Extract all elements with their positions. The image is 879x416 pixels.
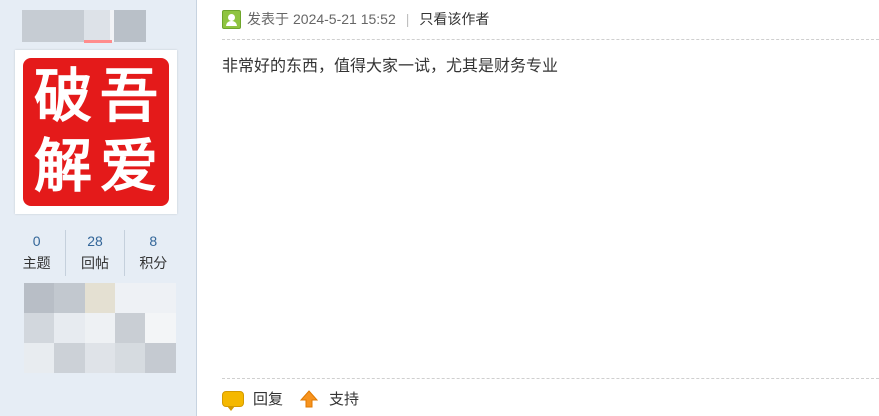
reply-label: 回复 (253, 391, 284, 408)
avatar[interactable]: 破 吾 解 爱 (15, 50, 177, 214)
stat-points[interactable]: 8 积分 (125, 230, 182, 276)
posted-prefix: 发表于 (247, 11, 289, 27)
seal-char-4: 爱 (99, 132, 158, 200)
online-user-icon (222, 9, 241, 29)
divider-bottom (222, 378, 879, 379)
view-author-only-link[interactable]: 只看该作者 (419, 9, 489, 29)
post-meta: 发表于 2024-5-21 15:52 | 只看该作者 (222, 6, 489, 32)
seal-char-1: 破 (33, 62, 92, 130)
stat-replies-label: 回帖 (80, 255, 109, 271)
support-label: 支持 (329, 391, 360, 408)
stat-threads[interactable]: 0 主题 (8, 230, 67, 276)
reply-button[interactable]: 回复 (222, 388, 284, 411)
post-content: 非常好的东西，值得大家一试，尤其是财务专业 (222, 58, 559, 75)
stat-replies-value[interactable]: 28 (66, 230, 123, 252)
meta-separator: | (405, 11, 410, 27)
post-actions: 回复 支持 (222, 388, 375, 411)
username-redacted (22, 10, 146, 43)
stat-threads-value[interactable]: 0 (8, 230, 65, 252)
stat-threads-label: 主题 (22, 255, 51, 271)
author-sidebar: 破 吾 解 爱 0 主题 28 回帖 8 积分 (0, 0, 197, 416)
stat-points-label: 积分 (139, 255, 168, 271)
avatar-seal-image: 破 吾 解 爱 (23, 58, 169, 206)
reply-icon (222, 390, 244, 411)
support-button[interactable]: 支持 (299, 388, 359, 409)
divider-top (222, 39, 879, 40)
stat-replies[interactable]: 28 回帖 (66, 230, 125, 276)
post-date: 2024-5-21 15:52 (293, 11, 396, 27)
seal-char-2: 吾 (99, 62, 158, 130)
user-info-redacted (24, 283, 176, 373)
thumbs-up-arrow-icon (299, 389, 319, 407)
user-stats: 0 主题 28 回帖 8 积分 (8, 230, 182, 276)
seal-char-3: 解 (33, 132, 92, 200)
stat-points-value[interactable]: 8 (125, 230, 182, 252)
